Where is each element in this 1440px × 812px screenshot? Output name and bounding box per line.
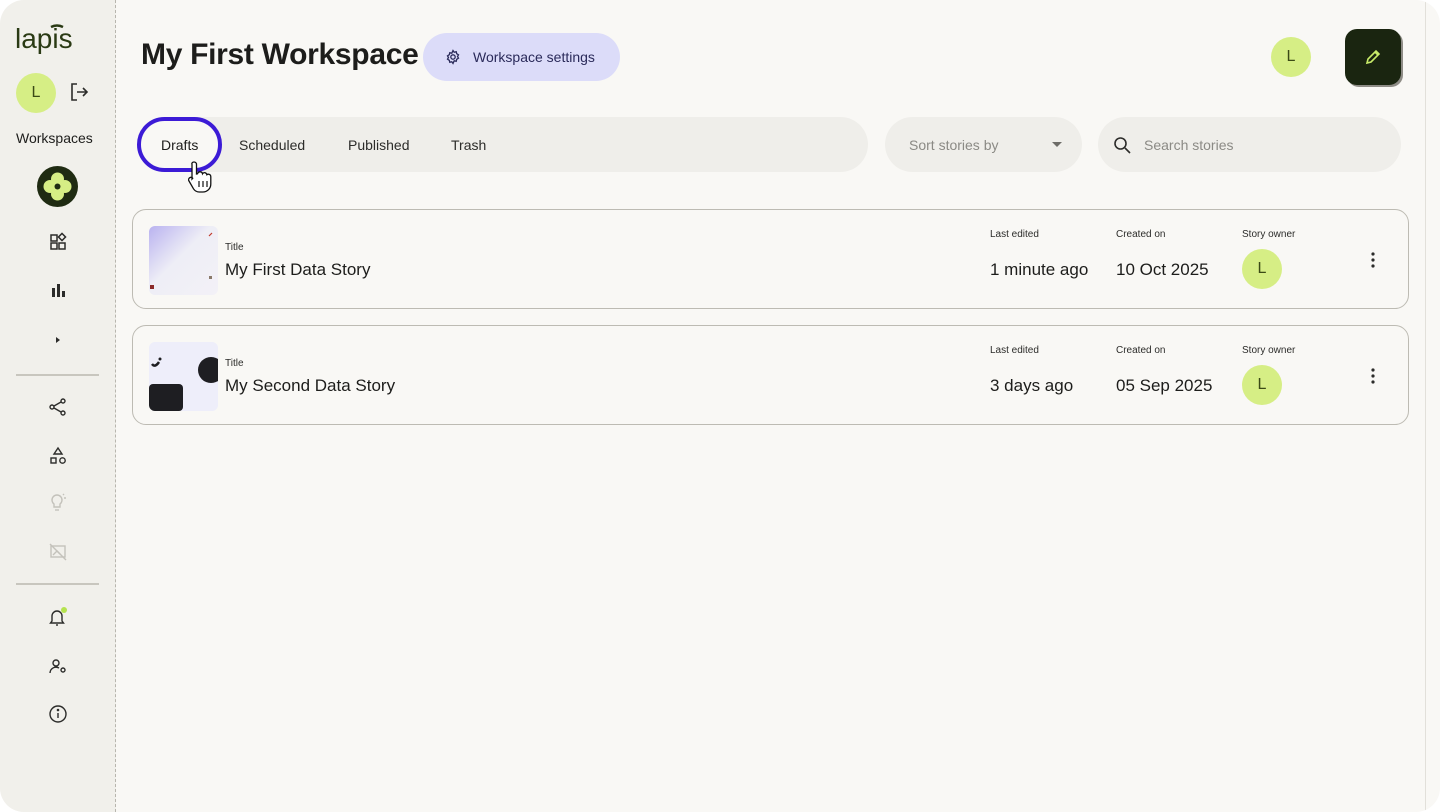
story-thumbnail (149, 226, 218, 295)
last-edited-label: Last edited (990, 229, 1039, 240)
lapis-logo[interactable]: lapis (15, 20, 85, 60)
search-icon (1114, 136, 1131, 154)
avatar-initial: L (1257, 260, 1267, 277)
workspace-settings-label: Workspace settings (473, 49, 595, 65)
sidebar-divider (16, 583, 99, 585)
svg-text:lapis: lapis (15, 23, 73, 54)
avatar-initial: L (1286, 48, 1296, 65)
image-off-icon (45, 538, 71, 564)
sort-dropdown[interactable]: Sort stories by (885, 117, 1082, 172)
tab-label: Trash (451, 136, 487, 153)
user-settings-icon[interactable] (45, 653, 71, 679)
title-label: Title (225, 242, 244, 253)
owner-label: Story owner (1242, 345, 1296, 356)
scrollbar-track[interactable] (1425, 0, 1426, 812)
last-edited-value: 1 minute ago (990, 260, 1089, 279)
page-title: My First Workspace (141, 38, 419, 71)
more-options-icon[interactable] (1361, 364, 1385, 388)
story-thumbnail (149, 342, 218, 411)
owner-label: Story owner (1242, 229, 1296, 240)
created-value: 05 Sep 2025 (1116, 376, 1213, 395)
created-label: Created on (1116, 345, 1166, 356)
more-options-icon[interactable] (1361, 248, 1385, 272)
expand-caret-icon[interactable] (45, 327, 71, 353)
lightbulb-icon (45, 490, 71, 516)
story-card[interactable]: Title My First Data Story Last edited 1 … (132, 209, 1409, 309)
workspaces-label: Workspaces (16, 130, 93, 146)
story-title[interactable]: My Second Data Story (225, 376, 395, 396)
tab-label: Published (348, 136, 410, 153)
pencil-icon (1365, 49, 1381, 65)
shapes-icon[interactable] (45, 443, 71, 469)
bar-chart-icon[interactable] (45, 277, 71, 303)
app-frame: lapis L Workspaces My First Workspace Wo… (0, 0, 1440, 812)
user-avatar[interactable]: L (16, 73, 56, 113)
grid-icon[interactable] (45, 229, 71, 255)
bell-icon[interactable] (45, 604, 71, 630)
workspace-icon[interactable] (37, 166, 78, 207)
avatar-initial: L (1257, 376, 1267, 393)
logout-icon[interactable] (67, 80, 93, 106)
workspace-settings-button[interactable]: Workspace settings (423, 33, 620, 81)
tab-published[interactable]: Published (348, 117, 410, 172)
new-story-button[interactable] (1345, 29, 1401, 85)
tab-scheduled[interactable]: Scheduled (239, 117, 305, 172)
story-tabs: Drafts Scheduled Published Trash (137, 117, 868, 172)
sidebar-divider (16, 374, 99, 376)
chevron-down-icon (1052, 142, 1062, 147)
story-title[interactable]: My First Data Story (225, 260, 370, 280)
tab-label: Drafts (161, 136, 199, 153)
tab-trash[interactable]: Trash (451, 117, 486, 172)
owner-avatar: L (1242, 365, 1282, 405)
tab-drafts[interactable]: Drafts (137, 117, 223, 172)
search-box (1098, 117, 1401, 172)
title-label: Title (225, 358, 244, 369)
owner-avatar: L (1242, 249, 1282, 289)
story-card[interactable]: Title My Second Data Story Last edited 3… (132, 325, 1409, 425)
info-icon[interactable] (45, 701, 71, 727)
avatar-initial: L (31, 84, 41, 101)
search-input[interactable] (1144, 136, 1374, 153)
sort-placeholder: Sort stories by (909, 136, 999, 153)
last-edited-label: Last edited (990, 345, 1039, 356)
settings-icon (446, 49, 460, 65)
last-edited-value: 3 days ago (990, 376, 1074, 395)
share-icon[interactable] (45, 394, 71, 420)
header-avatar[interactable]: L (1271, 37, 1311, 77)
created-label: Created on (1116, 229, 1166, 240)
sidebar: lapis L Workspaces (0, 0, 116, 812)
created-value: 10 Oct 2025 (1116, 260, 1209, 279)
tab-label: Scheduled (239, 136, 306, 153)
